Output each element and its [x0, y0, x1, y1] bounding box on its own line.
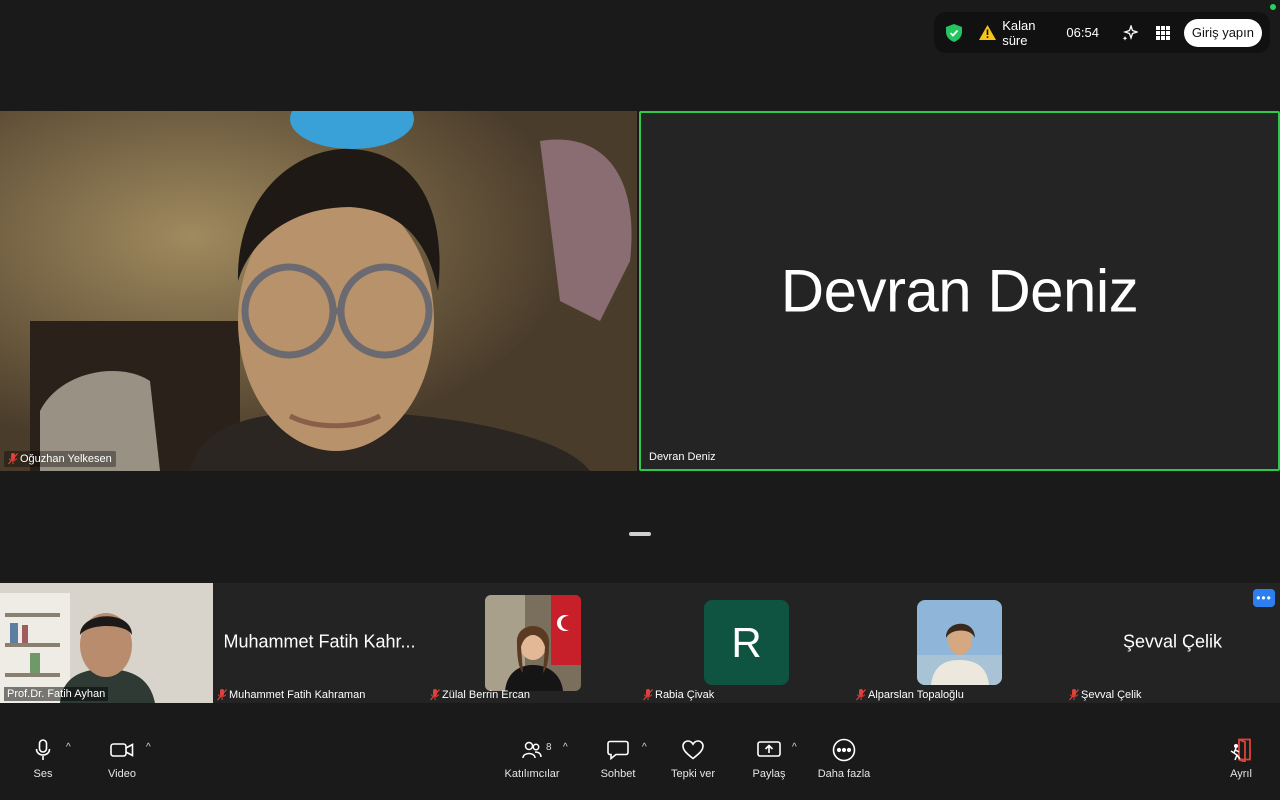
participant-label: Şevval Çelik — [1069, 689, 1142, 701]
audio-button[interactable]: Ses — [29, 730, 57, 800]
participant-label: Devran Deniz — [645, 449, 720, 465]
react-button[interactable]: Tepki ver — [668, 730, 718, 800]
participant-name: Alparslan Topaloğlu — [868, 689, 964, 701]
audio-options-chevron-icon[interactable]: ^ — [66, 742, 71, 753]
mic-off-icon — [217, 689, 227, 701]
remaining-time-value: 06:54 — [1066, 25, 1099, 40]
share-options-chevron-icon[interactable]: ^ — [792, 742, 797, 753]
participants-button[interactable]: Katılımcılar — [503, 730, 561, 800]
video-options-chevron-icon[interactable]: ^ — [146, 742, 151, 753]
avatar — [917, 600, 1002, 685]
meeting-toolbar: Ses ^ Video ^ Katılımcılar 8 ^ Sohbet ^ — [0, 730, 1280, 800]
view-grid-icon[interactable] — [1154, 23, 1171, 43]
participant-label: Rabia Çivak — [643, 689, 714, 701]
meeting-window: Kalan süre 06:54 Giriş yapın Oğuzhan Yel… — [0, 0, 1280, 800]
filmstrip-tile[interactable]: Zülal Berrin Ercan — [426, 583, 639, 703]
more-label: Daha fazla — [817, 768, 871, 780]
shield-icon[interactable] — [944, 22, 963, 44]
leave-button[interactable]: Ayrıl — [1226, 730, 1256, 800]
resize-handle[interactable] — [629, 532, 651, 536]
status-dot — [1270, 4, 1276, 10]
filmstrip-tile[interactable]: Alparslan Topaloğlu — [852, 583, 1065, 703]
filmstrip-tile[interactable]: Muhammet Fatih Kahr... Muhammet Fatih Ka… — [213, 583, 426, 703]
participant-name: Rabia Çivak — [655, 689, 715, 701]
video-button[interactable]: Video — [103, 730, 141, 800]
participant-filmstrip: Prof.Dr. Fatih Ayhan Muhammet Fatih Kahr… — [0, 583, 1280, 703]
microphone-icon — [30, 738, 56, 762]
participant-label: Oğuzhan Yelkesen — [4, 451, 116, 467]
participant-label: Zülal Berrin Ercan — [430, 689, 530, 701]
avatar-initial: R — [731, 618, 762, 666]
more-options-icon — [831, 738, 857, 762]
chat-bubble-icon — [605, 738, 631, 762]
leave-label: Ayrıl — [1230, 768, 1252, 780]
share-button[interactable]: Paylaş — [750, 730, 788, 800]
participant-display-name: Muhammet Fatih Kahr... — [223, 631, 416, 652]
participant-label: Alparslan Topaloğlu — [856, 689, 964, 701]
mic-off-icon — [8, 453, 18, 465]
tile-more-options-button[interactable]: ••• — [1253, 589, 1275, 607]
chat-options-chevron-icon[interactable]: ^ — [642, 742, 647, 753]
participant-label: Prof.Dr. Fatih Ayhan — [4, 687, 109, 701]
participant-name: Oğuzhan Yelkesen — [20, 453, 112, 465]
warning-icon — [979, 24, 997, 42]
chat-label: Sohbet — [600, 768, 636, 780]
participants-count: 8 — [546, 742, 552, 753]
avatar — [485, 595, 581, 691]
participants-label: Katılımcılar — [504, 768, 560, 780]
top-status-bar: Kalan süre 06:54 Giriş yapın — [934, 12, 1270, 53]
signin-button[interactable]: Giriş yapın — [1183, 18, 1262, 47]
video-label: Video — [108, 768, 136, 780]
mic-off-icon — [430, 689, 440, 701]
leave-door-icon — [1228, 738, 1254, 762]
chat-button[interactable]: Sohbet — [598, 730, 638, 800]
filmstrip-tile[interactable]: R Rabia Çivak — [639, 583, 852, 703]
audio-label: Ses — [33, 768, 53, 780]
participant-name: Şevval Çelik — [1081, 689, 1142, 701]
participant-video — [0, 583, 213, 703]
participant-name: Prof.Dr. Fatih Ayhan — [7, 688, 106, 700]
filmstrip-tile[interactable]: Şevval Çelik Şevval Çelik ••• — [1065, 583, 1280, 703]
participant-name: Zülal Berrin Ercan — [442, 689, 531, 701]
share-label: Paylaş — [752, 768, 786, 780]
avatar: R — [704, 600, 789, 685]
remaining-time-label: Kalan süre — [1002, 17, 1036, 48]
react-label: Tepki ver — [670, 768, 716, 780]
participant-name: Devran Deniz — [649, 451, 716, 463]
video-tile-main-right[interactable]: Devran Deniz Devran Deniz — [639, 111, 1280, 471]
video-tile-main-left[interactable]: Oğuzhan Yelkesen — [0, 111, 637, 471]
heart-icon — [680, 738, 706, 762]
participant-name: Muhammet Fatih Kahraman — [229, 689, 366, 701]
participant-label: Muhammet Fatih Kahraman — [217, 689, 365, 701]
more-button[interactable]: Daha fazla — [816, 730, 872, 800]
participants-options-chevron-icon[interactable]: ^ — [563, 742, 568, 753]
ai-sparkle-icon[interactable] — [1121, 23, 1138, 43]
filmstrip-tile[interactable]: Prof.Dr. Fatih Ayhan — [0, 583, 213, 703]
participant-display-name: Şevval Çelik — [1122, 631, 1223, 652]
mic-off-icon — [643, 689, 653, 701]
mic-off-icon — [856, 689, 866, 701]
camera-icon — [109, 738, 135, 762]
participant-video — [0, 111, 637, 471]
mic-off-icon — [1069, 689, 1079, 701]
participant-display-name: Devran Deniz — [780, 257, 1139, 325]
share-screen-icon — [756, 738, 782, 762]
